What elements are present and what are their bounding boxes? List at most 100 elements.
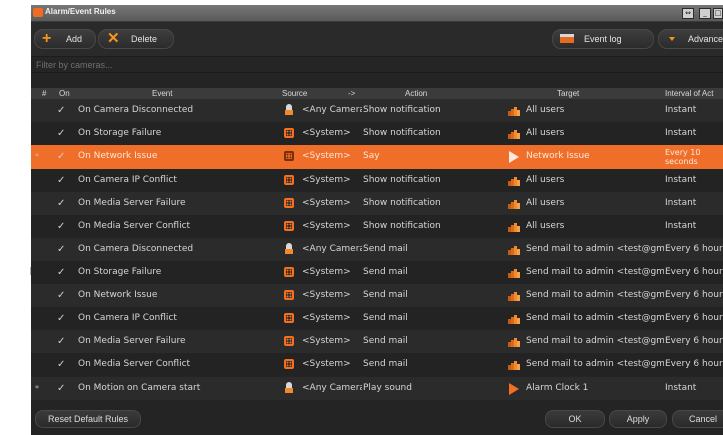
reset-default-rules-button[interactable]: Reset Default Rules: [35, 410, 141, 428]
enabled-checkbox[interactable]: ✓: [57, 377, 65, 400]
event-cell[interactable]: On Camera Disconnected: [78, 238, 273, 261]
source-cell[interactable]: <System>: [302, 215, 362, 238]
table-row[interactable]: ✓ On Camera Disconnected <Any Camera>Show …: [31, 99, 723, 122]
action-cell[interactable]: Send mail: [363, 284, 503, 307]
restore-icon[interactable]: ⇔: [682, 8, 694, 19]
event-cell[interactable]: On Network Issue: [78, 145, 273, 168]
enabled-checkbox[interactable]: ✓: [57, 307, 65, 330]
target-cell[interactable]: Send mail to admin <test@gmail.com>: [526, 284, 664, 307]
event-cell[interactable]: On Storage Failure: [78, 122, 273, 145]
action-cell[interactable]: Send mail: [363, 307, 503, 330]
event-cell[interactable]: On Media Server Failure: [78, 192, 273, 215]
interval-cell[interactable]: Instant: [665, 99, 723, 122]
event-cell[interactable]: On Motion on Camera start: [78, 377, 273, 400]
event-cell[interactable]: On Network Issue: [78, 284, 273, 307]
table-row[interactable]: ✓ On Camera IP Conflict <System> Show notif…: [31, 169, 723, 192]
camera-filter-input[interactable]: Filter by cameras...: [31, 56, 723, 73]
source-cell[interactable]: <System>: [302, 261, 362, 284]
action-cell[interactable]: Say: [363, 145, 503, 168]
target-cell[interactable]: All users: [526, 122, 664, 145]
table-row[interactable]: ✓ On Media Server Conflict <System> Show no…: [31, 215, 723, 238]
table-row[interactable]: * ✓ On Network Issue <System> Say Network Iss…: [31, 145, 723, 169]
action-cell[interactable]: Send mail: [363, 261, 503, 284]
enabled-checkbox[interactable]: ✓: [57, 261, 65, 284]
interval-cell[interactable]: Instant: [665, 122, 723, 145]
action-cell[interactable]: Show notification: [363, 215, 503, 238]
interval-cell[interactable]: Instant: [665, 169, 723, 192]
table-row[interactable]: ✓ On Media Server Conflict <System> Send ma…: [31, 353, 723, 376]
source-cell[interactable]: <Any Camera>: [302, 377, 362, 400]
event-cell[interactable]: On Media Server Failure: [78, 330, 273, 353]
ok-button[interactable]: OK: [545, 410, 605, 428]
action-cell[interactable]: Play sound: [363, 377, 503, 400]
source-cell[interactable]: <System>: [302, 307, 362, 330]
enabled-checkbox[interactable]: ✓: [57, 238, 65, 261]
col-interval-header[interactable]: Interval of Act: [665, 88, 713, 99]
add-button[interactable]: + Add: [34, 29, 96, 49]
enabled-checkbox[interactable]: ✓: [57, 169, 65, 192]
target-cell[interactable]: All users: [526, 215, 664, 238]
source-cell[interactable]: <System>: [302, 122, 362, 145]
action-cell[interactable]: Show notification: [363, 192, 503, 215]
enabled-checkbox[interactable]: ✓: [57, 284, 65, 307]
col-num-header[interactable]: #: [42, 88, 46, 99]
source-cell[interactable]: <Any Camera>: [302, 99, 362, 122]
interval-cell[interactable]: Instant: [665, 215, 723, 238]
enabled-checkbox[interactable]: ✓: [57, 145, 65, 168]
action-cell[interactable]: Show notification: [363, 169, 503, 192]
event-cell[interactable]: On Media Server Conflict: [78, 353, 273, 376]
interval-cell[interactable]: Every 6 hours: [665, 307, 723, 330]
cancel-button[interactable]: Cancel: [672, 410, 723, 428]
delete-button[interactable]: ✕ Delete: [98, 29, 174, 49]
target-cell[interactable]: All users: [526, 192, 664, 215]
interval-cell[interactable]: Every 6 hours: [665, 284, 723, 307]
target-cell[interactable]: Send mail to admin <test@gmail.com>: [526, 238, 664, 261]
action-cell[interactable]: Send mail: [363, 238, 503, 261]
target-cell[interactable]: Send mail to admin <test@gmail.com>: [526, 307, 664, 330]
event-cell[interactable]: On Camera IP Conflict: [78, 169, 273, 192]
table-row[interactable]: ✓On Camera Disconnected<Any Camera>Send …: [31, 238, 723, 261]
action-cell[interactable]: Show notification: [363, 99, 503, 122]
table-row[interactable]: * ✓ On Motion on Camera start <Any Camera>P…: [31, 377, 723, 400]
enabled-checkbox[interactable]: ✓: [57, 122, 65, 145]
target-cell[interactable]: Send mail to admin <test@gmail.com>: [526, 330, 664, 353]
enabled-checkbox[interactable]: ✓: [57, 353, 65, 376]
interval-cell[interactable]: Every 6 hours: [665, 238, 723, 261]
interval-cell[interactable]: Every 6 hours: [665, 330, 723, 353]
advanced-button[interactable]: Advanced...: [658, 29, 723, 49]
col-event-header[interactable]: Event: [152, 88, 172, 99]
col-action-header[interactable]: Action: [405, 88, 427, 99]
source-cell[interactable]: <System>: [302, 192, 362, 215]
col-target-header[interactable]: Target: [557, 88, 579, 99]
maximize-icon[interactable]: □: [713, 8, 723, 19]
source-cell[interactable]: <System>: [302, 169, 362, 192]
interval-cell[interactable]: Every 6 hours: [665, 353, 723, 376]
col-source-header[interactable]: Source: [282, 88, 307, 99]
table-row[interactable]: ✓ On Storage Failure <System> Show notifica…: [31, 122, 723, 145]
target-cell[interactable]: All users: [526, 99, 664, 122]
table-row[interactable]: ✓ On Camera IP Conflict <System> Send mail S…: [31, 307, 723, 330]
action-cell[interactable]: Send mail: [363, 330, 503, 353]
source-cell[interactable]: <System>: [302, 145, 362, 168]
table-row[interactable]: ✓ On Media Server Failure <System> Show not…: [31, 192, 723, 215]
target-cell[interactable]: Send mail to admin <test@gmail.com>: [526, 353, 664, 376]
apply-button[interactable]: Apply: [609, 410, 667, 428]
action-cell[interactable]: Send mail: [363, 353, 503, 376]
enabled-checkbox[interactable]: ✓: [57, 99, 65, 122]
enabled-checkbox[interactable]: ✓: [57, 330, 65, 353]
event-cell[interactable]: On Camera Disconnected: [78, 99, 273, 122]
table-row[interactable]: ✓ On Media Server Failure <System> Send mai…: [31, 330, 723, 353]
event-log-button[interactable]: Event log: [552, 29, 654, 49]
minimize-icon[interactable]: _: [699, 8, 711, 19]
event-cell[interactable]: On Camera IP Conflict: [78, 307, 273, 330]
table-row[interactable]: ✓ On Storage Failure <System> Send mail Send…: [31, 261, 723, 284]
enabled-checkbox[interactable]: ✓: [57, 215, 65, 238]
action-cell[interactable]: Show notification: [363, 122, 503, 145]
source-cell[interactable]: <Any Camera>: [302, 238, 362, 261]
target-cell[interactable]: All users: [526, 169, 664, 192]
interval-cell[interactable]: Instant: [665, 192, 723, 215]
table-row[interactable]: ✓ On Network Issue <System> Send mail Send m…: [31, 284, 723, 307]
enabled-checkbox[interactable]: ✓: [57, 192, 65, 215]
event-cell[interactable]: On Media Server Conflict: [78, 215, 273, 238]
interval-cell[interactable]: Every 6 hours: [665, 261, 723, 284]
